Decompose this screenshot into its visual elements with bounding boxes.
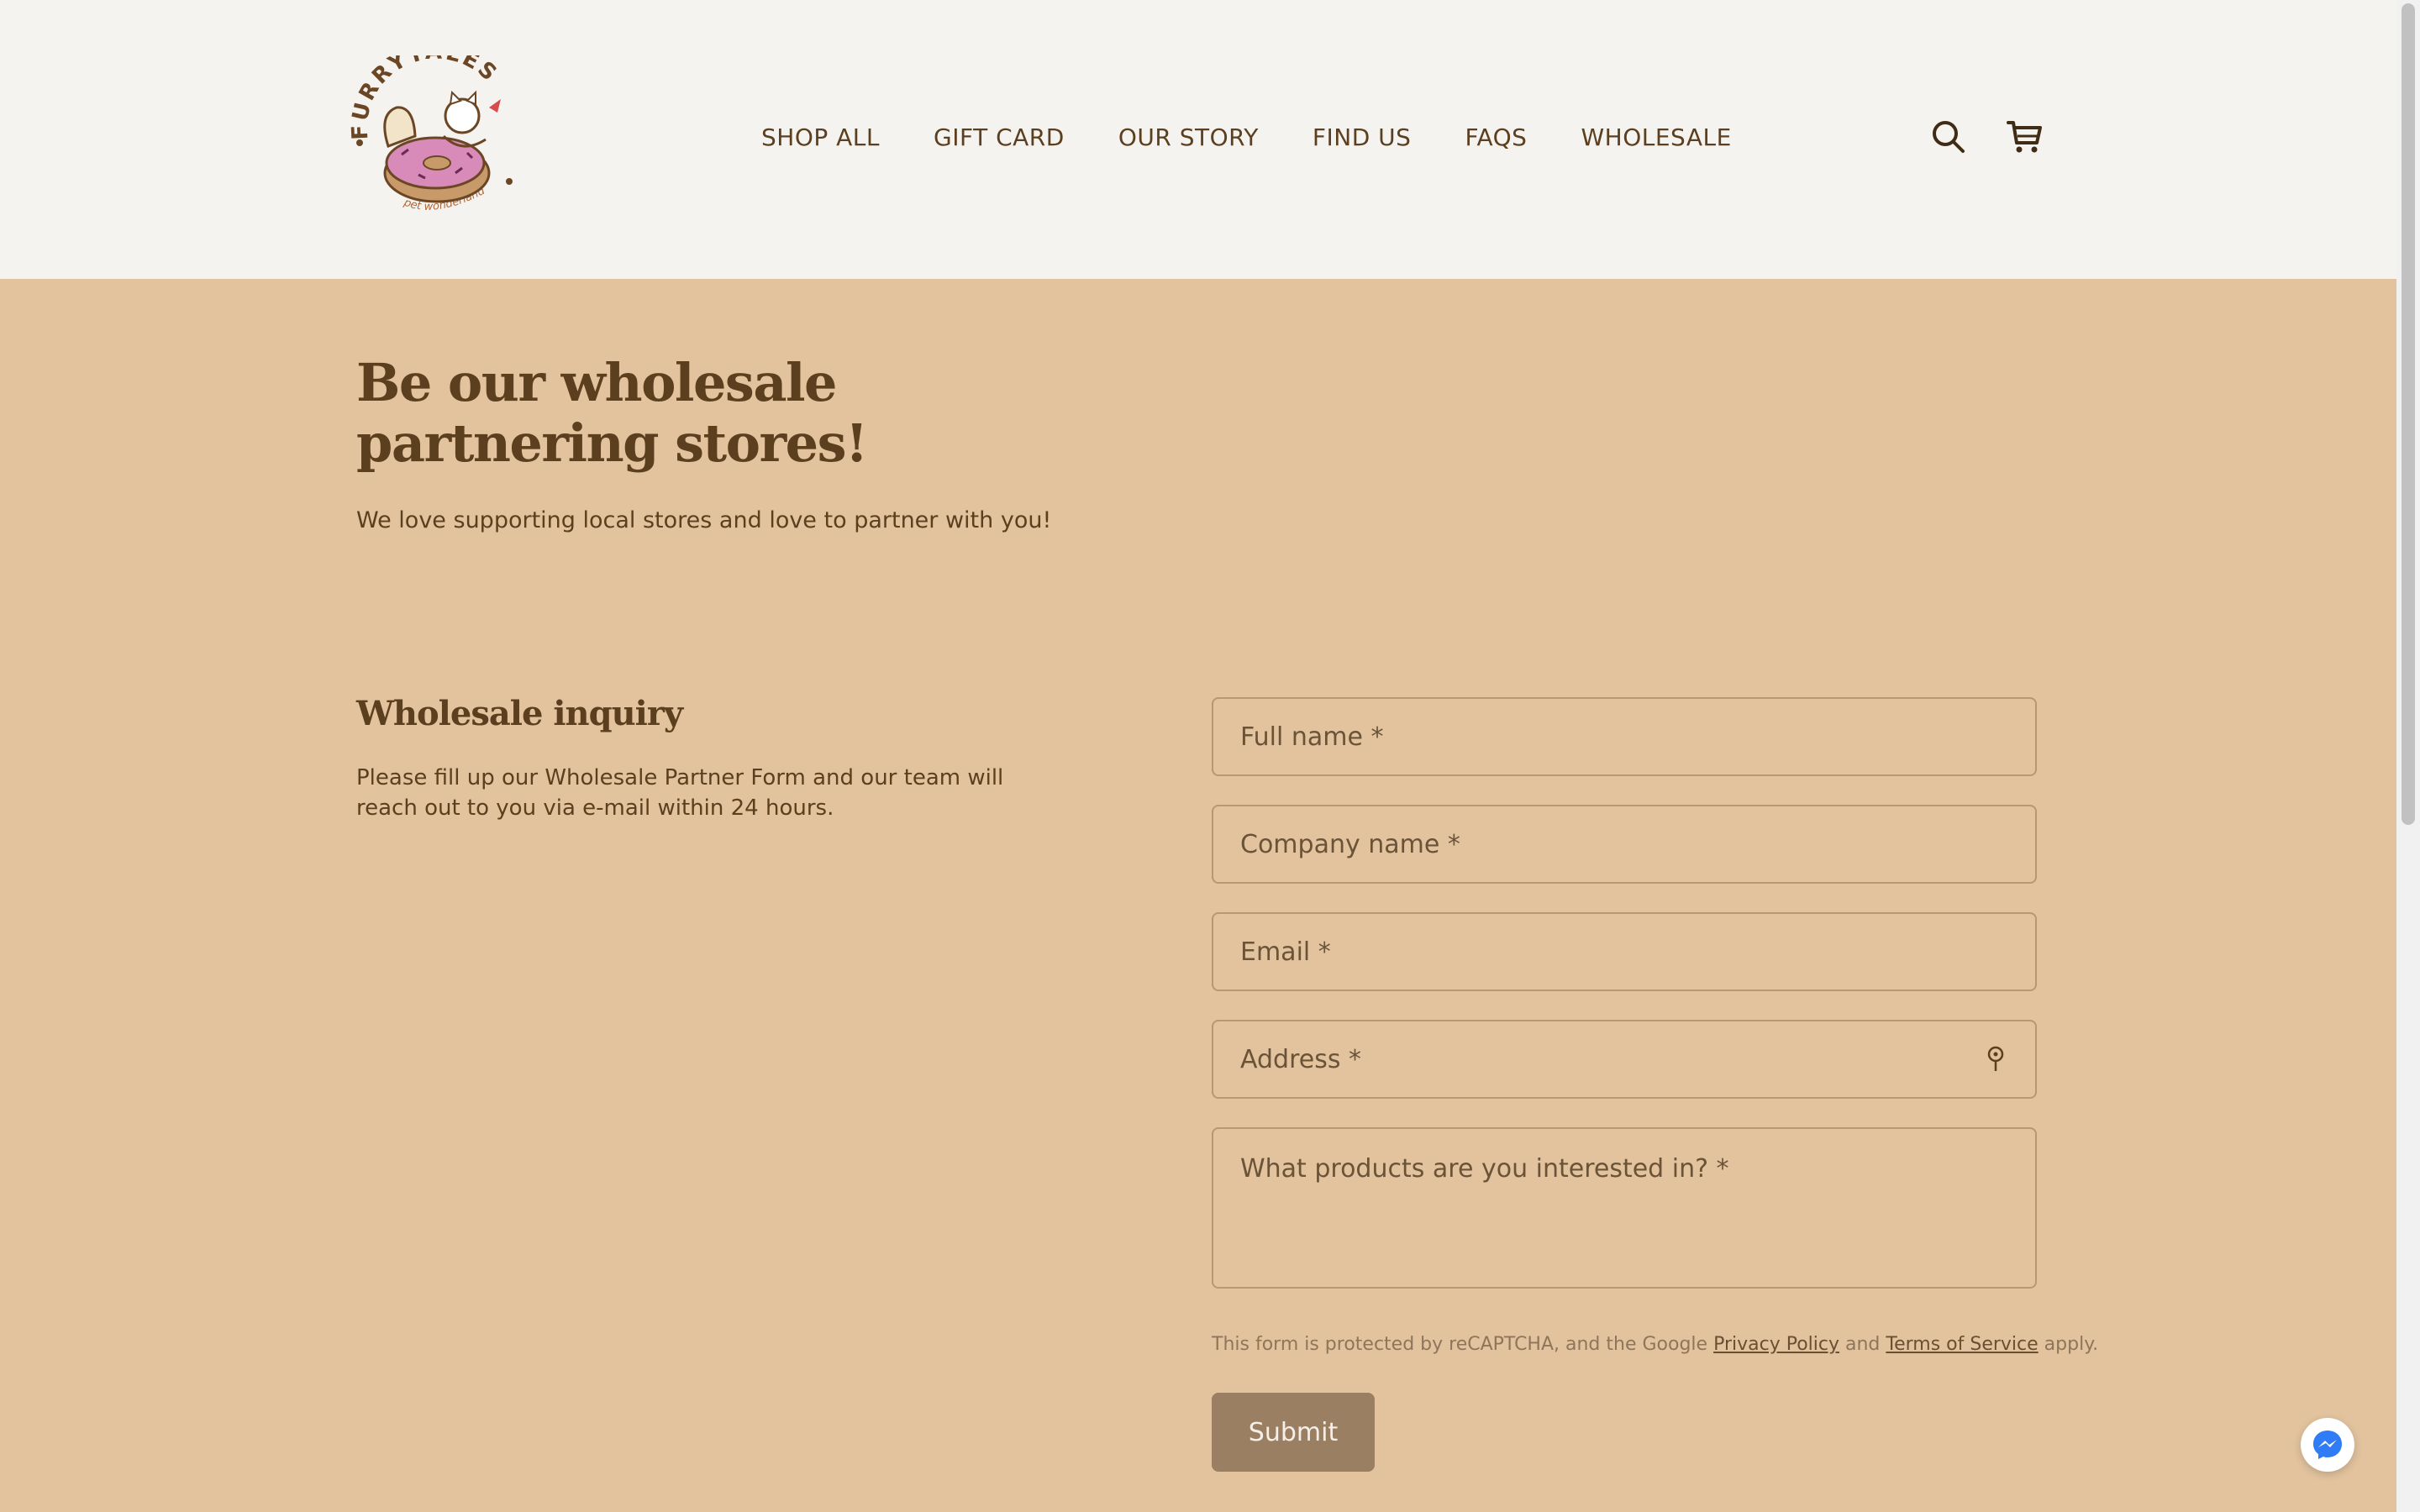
location-pin-icon [1987,1046,2004,1071]
recaptcha-suffix: apply. [2038,1334,2099,1355]
products-interest-textarea[interactable] [1212,1127,2037,1289]
nav-wholesale[interactable]: WHOLESALE [1581,123,1731,153]
submit-button[interactable]: Submit [1212,1393,1375,1472]
company-name-input[interactable] [1212,805,2037,884]
address-input[interactable] [1212,1020,2037,1099]
brand-logo[interactable]: FURRYTALES pet wonderland [345,39,531,222]
nav-gift-card[interactable]: GIFT CARD [934,123,1065,153]
search-icon[interactable] [1929,118,1968,156]
recaptcha-notice: This form is protected by reCAPTCHA, and… [1212,1331,2098,1359]
page-title: Be our wholesale partnering stores! [356,352,868,474]
inquiry-description: Please fill up our Wholesale Partner For… [356,765,1004,821]
cart-icon[interactable] [2005,118,2044,156]
privacy-policy-link[interactable]: Privacy Policy [1713,1334,1839,1355]
site-header: FURRYTALES pet wonderland SHOP ALL [0,0,2396,279]
main-nav: SHOP ALL GIFT CARD OUR STORY FIND US FAQ… [761,123,1786,153]
page-scrollbar[interactable] [2396,0,2420,1512]
nav-shop-all[interactable]: SHOP ALL [761,123,880,153]
full-name-input[interactable] [1212,697,2037,776]
messenger-icon [2313,1431,2342,1459]
email-input[interactable] [1212,912,2037,991]
nav-find-us[interactable]: FIND US [1313,123,1412,153]
terms-of-service-link[interactable]: Terms of Service [1886,1334,2038,1355]
recaptcha-prefix: This form is protected by reCAPTCHA, and… [1212,1334,1714,1355]
nav-our-story[interactable]: OUR STORY [1118,123,1259,153]
recaptcha-and: and [1839,1334,1886,1355]
scrollbar-thumb[interactable] [2402,3,2415,825]
inquiry-title: Wholesale inquiry [356,694,683,733]
logo-image: FURRYTALES pet wonderland [347,39,513,213]
messenger-chat-button[interactable] [2301,1418,2354,1472]
nav-faqs[interactable]: FAQS [1465,123,1527,153]
page-subtitle: We love supporting local stores and love… [356,507,1052,533]
svg-text:FURRYTALES: FURRYTALES [347,55,502,140]
